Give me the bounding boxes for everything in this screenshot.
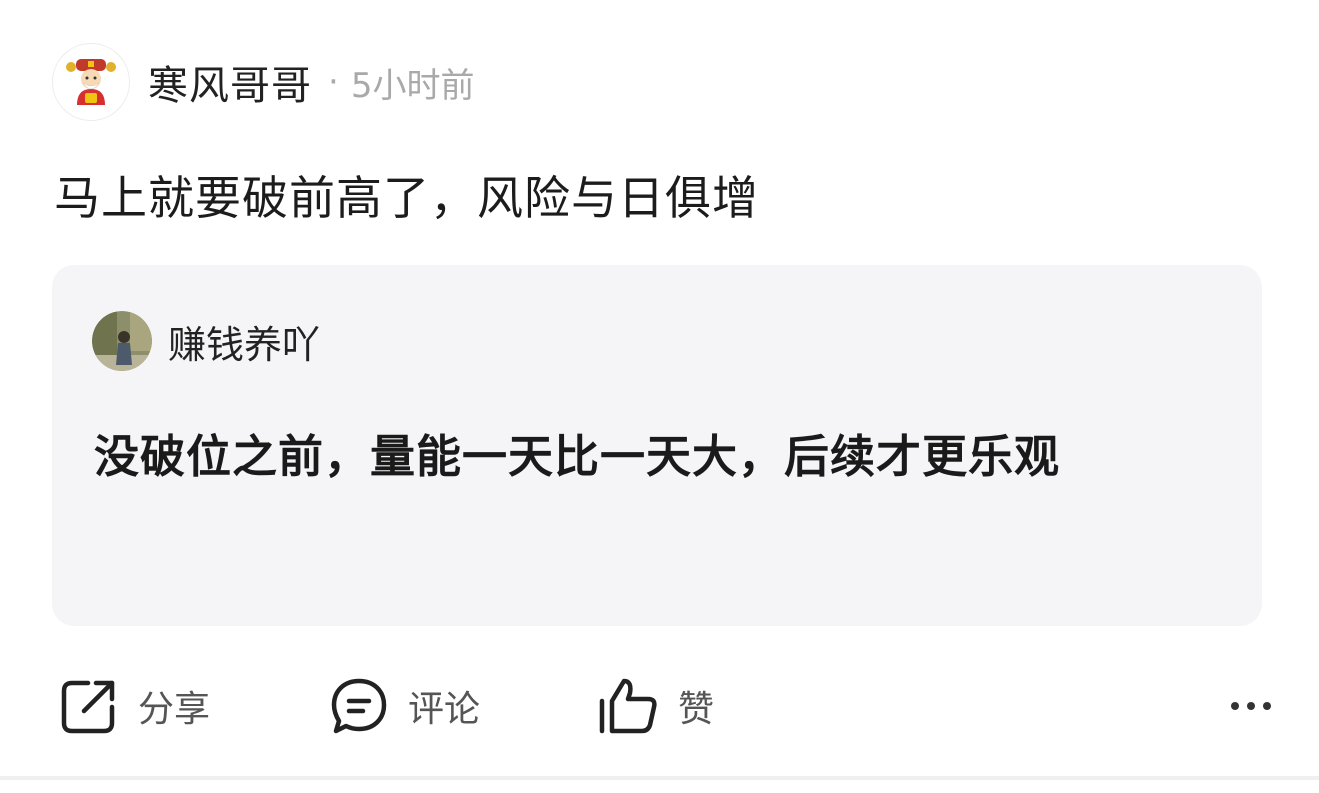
more-icon-dot	[1263, 702, 1271, 710]
quoted-post-header: 赚钱养吖	[92, 311, 320, 371]
like-label: 赞	[678, 689, 715, 730]
like-button[interactable]: 赞	[596, 670, 714, 742]
god-of-wealth-avatar-icon	[66, 59, 116, 105]
post-content[interactable]: 马上就要破前高了，风险与日俱增	[54, 162, 759, 228]
more-icon-dot	[1247, 702, 1255, 710]
action-bar: 分享 评论 赞	[0, 670, 1319, 742]
author-avatar[interactable]	[52, 43, 130, 121]
quoted-author-name[interactable]: 赚钱养吖	[168, 314, 320, 369]
meta-separator: ·	[328, 62, 339, 102]
post-header: 寒风哥哥 · 5小时前	[52, 42, 474, 122]
comment-icon	[331, 678, 387, 734]
post-card: 寒风哥哥 · 5小时前 马上就要破前高了，风险与日俱增 赚钱养吖 没破位之前，量…	[0, 0, 1319, 793]
more-button[interactable]	[1231, 670, 1271, 742]
share-label: 分享	[138, 689, 211, 730]
share-icon	[61, 680, 115, 734]
more-icon-dot	[1231, 702, 1239, 710]
post-time: 5小时前	[350, 65, 475, 106]
share-button[interactable]: 分享	[58, 670, 210, 742]
comment-label: 评论	[408, 689, 481, 730]
quoted-post-text: 没破位之前，量能一天比一天大，后续才更乐观	[94, 430, 1061, 483]
author-name[interactable]: 寒风哥哥	[148, 53, 312, 111]
comment-button[interactable]: 评论	[328, 670, 480, 742]
thumbs-up-icon	[599, 678, 657, 734]
quoted-author-avatar[interactable]	[92, 311, 152, 371]
user-photo-avatar-icon	[92, 311, 152, 371]
bottom-divider	[0, 776, 1319, 780]
quoted-post[interactable]: 赚钱养吖 没破位之前，量能一天比一天大，后续才更乐观	[52, 265, 1262, 626]
